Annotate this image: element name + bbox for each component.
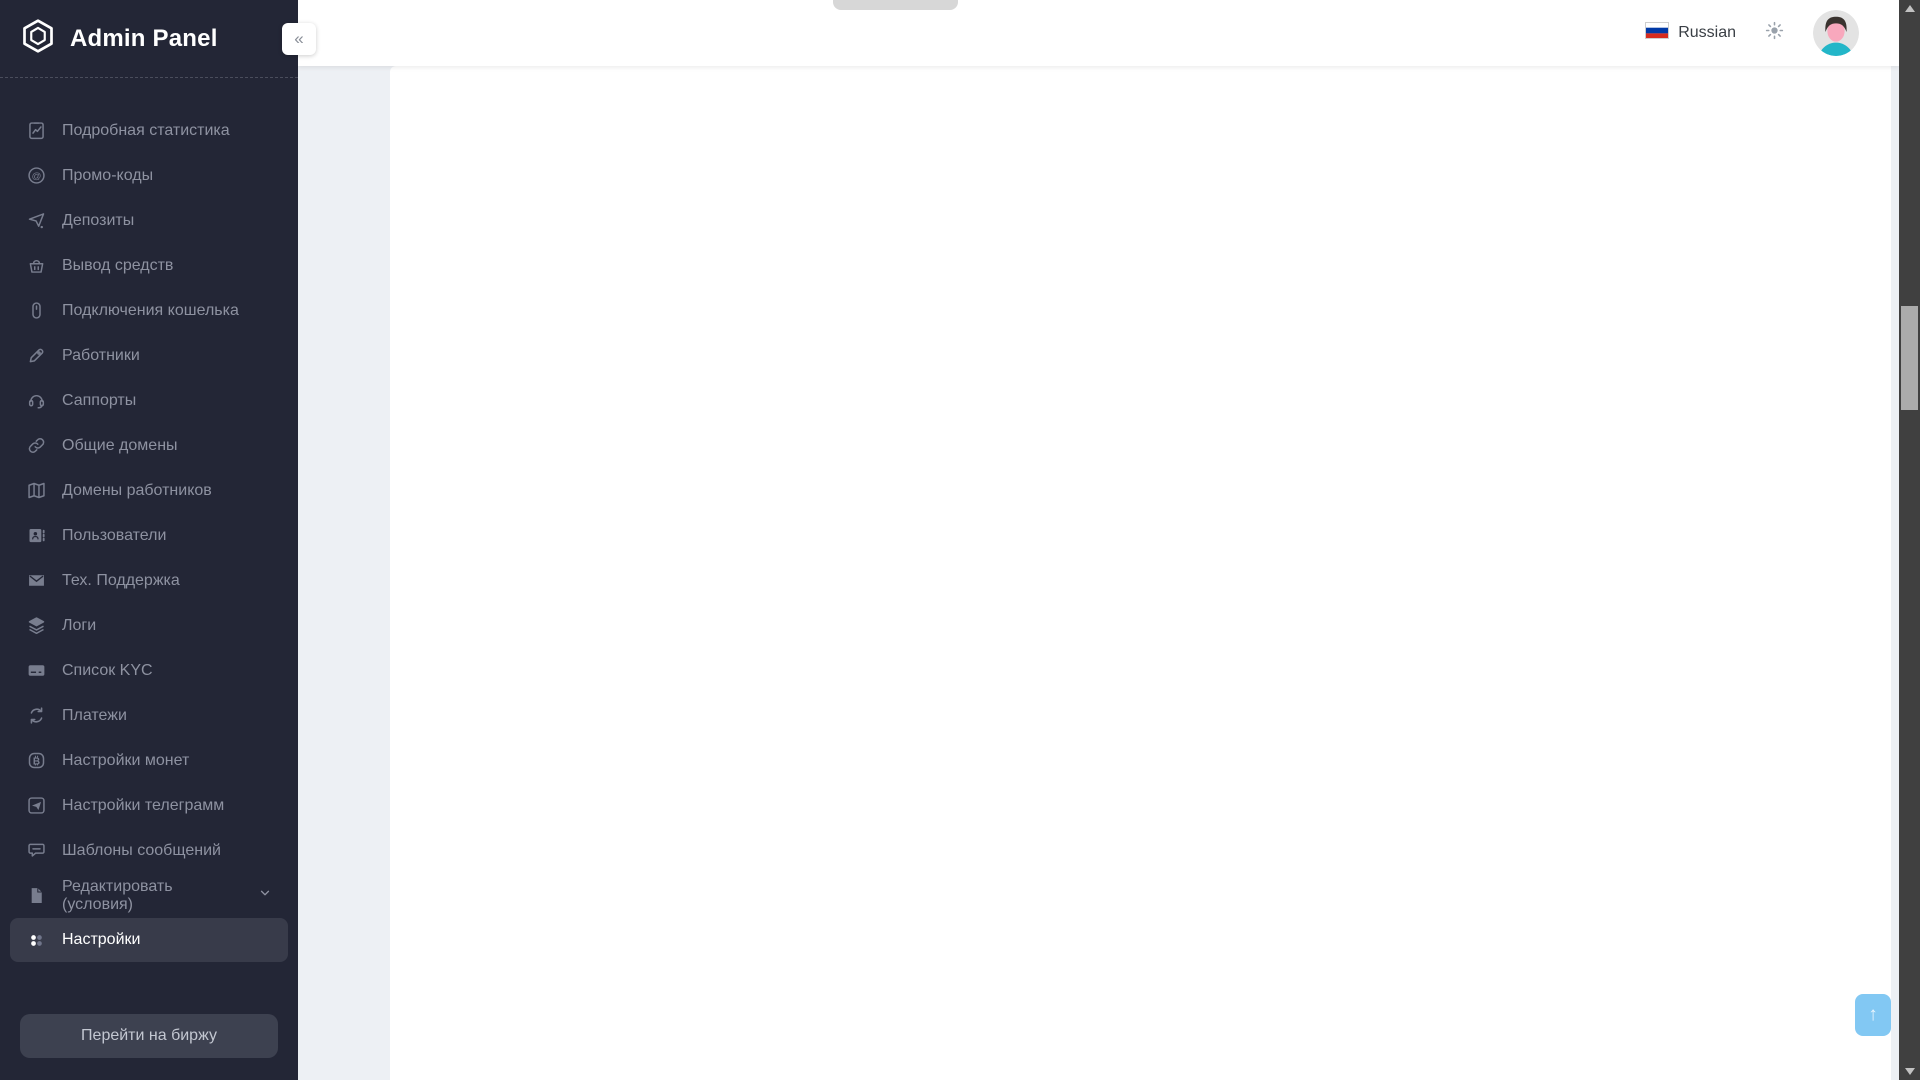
credit-card-icon: [26, 660, 47, 681]
sidebar-item-settings[interactable]: Настройки: [10, 918, 288, 962]
sidebar-item-telegram-settings[interactable]: Настройки телеграмм: [0, 783, 298, 828]
language-selector[interactable]: Russian: [1645, 22, 1736, 44]
stats-icon: [26, 120, 47, 141]
id-card-icon: [26, 525, 47, 546]
sidebar: Admin Panel Подробная статистика @ Промо…: [0, 0, 298, 1080]
russian-flag-icon: [1645, 22, 1669, 44]
sidebar-item-logs[interactable]: Логи: [0, 603, 298, 648]
mouse-icon: [26, 300, 47, 321]
sidebar-item-label: Домены работников: [62, 482, 212, 500]
svg-text:@: @: [32, 171, 42, 182]
sidebar-item-label: Шаблоны сообщений: [62, 842, 221, 860]
sidebar-item-label: Настройки телеграмм: [62, 797, 224, 815]
sidebar-item-label: Логи: [62, 617, 96, 635]
sidebar-item-worker-domains[interactable]: Домены работников: [0, 468, 298, 513]
sidebar-item-label: Редактировать (условия): [62, 878, 243, 914]
sidebar-item-withdrawals[interactable]: Вывод средств: [0, 243, 298, 288]
bitcoin-icon: B: [26, 750, 47, 771]
message-icon: [26, 840, 47, 861]
topbar: Russian: [298, 0, 1899, 66]
grid-dots-icon: [26, 930, 47, 951]
sidebar-item-coin-settings[interactable]: B Настройки монет: [0, 738, 298, 783]
sidebar-item-label: Саппорты: [62, 392, 136, 410]
sidebar-item-users[interactable]: Пользователи: [0, 513, 298, 558]
topbar-right: Russian: [1645, 0, 1859, 66]
sidebar-item-supports[interactable]: Саппорты: [0, 378, 298, 423]
vertical-scrollbar[interactable]: [1899, 0, 1920, 1080]
sidebar-collapse-button[interactable]: «: [282, 23, 316, 55]
sidebar-item-workers[interactable]: Работники: [0, 333, 298, 378]
sidebar-item-shared-domains[interactable]: Общие домены: [0, 423, 298, 468]
sidebar-item-label: Настройки монет: [62, 752, 189, 770]
headset-icon: [26, 390, 47, 411]
sidebar-item-payments[interactable]: Платежи: [0, 693, 298, 738]
app-logo-icon: [20, 18, 56, 59]
sidebar-item-label: Вывод средств: [62, 257, 173, 275]
map-icon: [26, 480, 47, 501]
scrollbar-thumb[interactable]: [1901, 306, 1918, 410]
layers-icon: [26, 615, 47, 636]
sidebar-item-kyc-list[interactable]: Список KYC: [0, 648, 298, 693]
content-card: [390, 66, 1891, 1080]
link-icon: [26, 435, 47, 456]
app-title: Admin Panel: [70, 25, 218, 53]
sidebar-item-edit-terms[interactable]: Редактировать (условия): [0, 873, 298, 918]
sidebar-item-message-templates[interactable]: Шаблоны сообщений: [0, 828, 298, 873]
telegram-icon: [26, 795, 47, 816]
sidebar-item-label: Общие домены: [62, 437, 178, 455]
sidebar-item-wallet-connections[interactable]: Подключения кошелька: [0, 288, 298, 333]
at-sign-icon: @: [26, 165, 47, 186]
sidebar-item-label: Список KYC: [62, 662, 153, 680]
language-label: Russian: [1678, 24, 1736, 42]
sidebar-item-label: Промо-коды: [62, 167, 153, 185]
window-drag-handle: [833, 0, 958, 10]
sidebar-item-deposits[interactable]: Депозиты: [0, 198, 298, 243]
scrollbar-up-arrow[interactable]: [1899, 0, 1920, 17]
sidebar-item-label: Работники: [62, 347, 140, 365]
sidebar-item-promo-codes[interactable]: @ Промо-коды: [0, 153, 298, 198]
sidebar-item-detailed-stats[interactable]: Подробная статистика: [0, 108, 298, 153]
sidebar-item-label: Депозиты: [62, 212, 134, 230]
deposits-icon: [26, 210, 47, 231]
file-icon: [26, 885, 47, 906]
sidebar-item-label: Платежи: [62, 707, 127, 725]
theme-toggle-sun-icon[interactable]: [1764, 20, 1785, 46]
sidebar-item-label: Пользователи: [62, 527, 166, 545]
rocket-icon: [26, 345, 47, 366]
sidebar-item-label: Настройки: [62, 931, 140, 949]
sidebar-item-tech-support[interactable]: Тех. Поддержка: [0, 558, 298, 603]
chevron-down-icon: [258, 886, 272, 905]
sidebar-header: Admin Panel: [0, 0, 298, 78]
go-to-exchange-button[interactable]: Перейти на биржу: [20, 1014, 278, 1058]
sidebar-menu: Подробная статистика @ Промо-коды Депози…: [0, 78, 298, 962]
svg-text:B: B: [33, 756, 40, 767]
user-avatar[interactable]: [1813, 10, 1859, 56]
sidebar-item-label: Подключения кошелька: [62, 302, 239, 320]
scrollbar-down-arrow[interactable]: [1899, 1063, 1920, 1080]
envelope-icon: [26, 570, 47, 591]
basket-icon: [26, 255, 47, 276]
sidebar-item-label: Тех. Поддержка: [62, 572, 180, 590]
sidebar-item-label: Подробная статистика: [62, 122, 230, 140]
scroll-to-top-button[interactable]: ↑: [1855, 994, 1891, 1036]
refresh-icon: [26, 705, 47, 726]
